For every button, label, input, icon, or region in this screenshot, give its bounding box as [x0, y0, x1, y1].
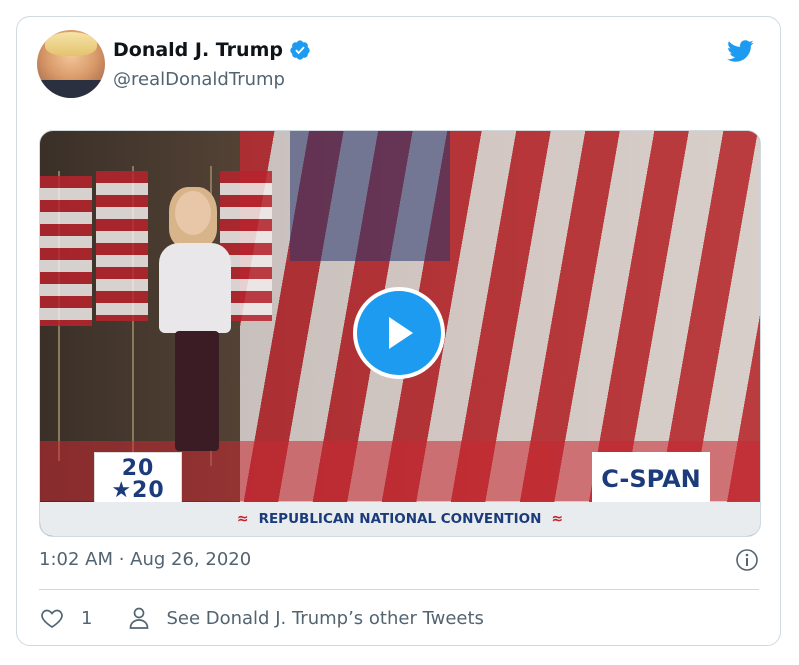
heart-icon — [41, 609, 63, 628]
avatar[interactable] — [37, 30, 105, 98]
speaker-figure — [155, 187, 235, 451]
flag-canton — [290, 131, 450, 261]
play-icon — [389, 317, 413, 349]
small-flag — [40, 176, 92, 326]
video-thumbnail[interactable]: 20 ★20 C-SPAN ≈ REPUBLICAN NATIONAL CONV… — [39, 130, 761, 537]
banner-text: REPUBLICAN NATIONAL CONVENTION — [258, 511, 542, 527]
author-name-row[interactable]: Donald J. Trump — [113, 39, 311, 61]
twitter-bird-icon[interactable] — [723, 37, 757, 65]
avatar-suit — [37, 80, 105, 98]
verified-badge-icon — [290, 40, 310, 60]
speaker-head — [175, 191, 211, 235]
cspan-logo: C-SPAN — [592, 452, 710, 506]
stripe-mark-right-icon: ≈ — [551, 511, 564, 527]
info-icon[interactable] — [735, 548, 759, 572]
author-handle[interactable]: @realDonaldTrump — [113, 69, 285, 90]
speaker-torso — [159, 243, 231, 333]
person-icon — [130, 607, 149, 629]
logo-top: 20 — [121, 456, 155, 481]
stripe-mark-left-icon: ≈ — [236, 511, 249, 527]
play-button[interactable] — [353, 287, 445, 379]
logo-bottom: ★20 — [111, 478, 165, 503]
author-display-name[interactable]: Donald J. Trump — [113, 39, 283, 61]
small-flag — [96, 171, 148, 321]
speaker-legs — [175, 331, 219, 451]
divider — [39, 589, 759, 590]
tweet-timestamp[interactable]: 1:02 AM · Aug 26, 2020 — [39, 549, 251, 570]
see-other-tweets-link[interactable]: See Donald J. Trump’s other Tweets — [128, 606, 484, 630]
rnc-2020-logo: 20 ★20 — [94, 452, 182, 508]
like-count: 1 — [81, 607, 93, 629]
tweet-actions: 1 See Donald J. Trump’s other Tweets — [39, 605, 484, 631]
see-other-tweets-label[interactable]: See Donald J. Trump’s other Tweets — [166, 608, 483, 629]
tweet-card[interactable]: Donald J. Trump @realDonaldTrump 20 ★20 … — [16, 16, 781, 646]
like-button[interactable]: 1 — [39, 606, 92, 630]
lower-third-banner: ≈ REPUBLICAN NATIONAL CONVENTION ≈ — [40, 502, 760, 536]
avatar-hair — [45, 32, 97, 56]
